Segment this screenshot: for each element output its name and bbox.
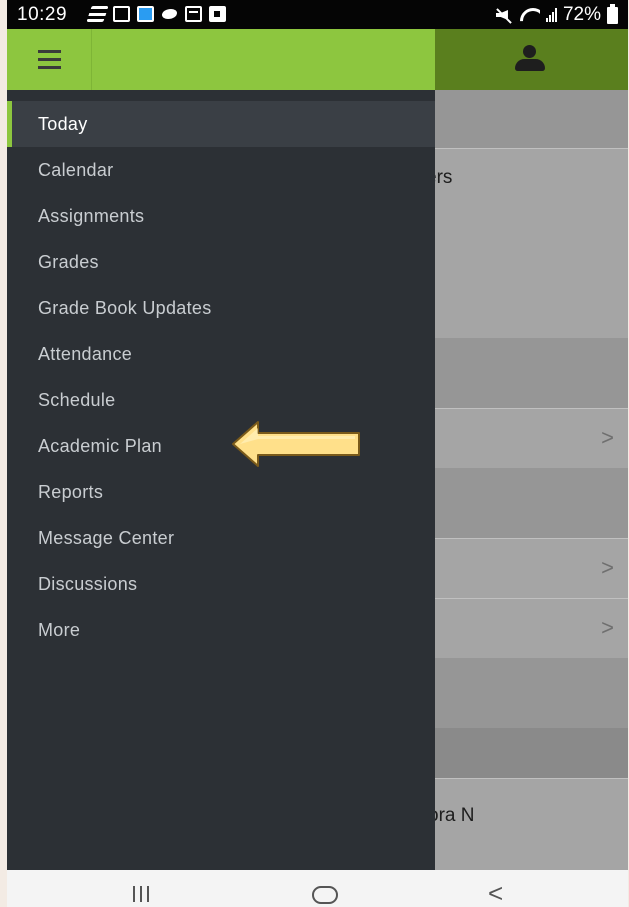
menu-item-attendance[interactable]: Attendance [7,331,435,377]
notification-icons [86,6,226,22]
calendar-notification-icon [185,6,202,22]
twitter-notification-icon [161,6,178,22]
list-row[interactable]: > [435,538,628,598]
content-card: ora N [428,778,628,870]
system-nav-bar: < [7,870,628,907]
recents-button[interactable] [133,886,149,902]
menu-item-schedule[interactable]: Schedule [7,377,435,423]
annotation-arrow-icon [232,421,360,467]
menu-item-calendar[interactable]: Calendar [7,147,435,193]
menu-item-assignments[interactable]: Assignments [7,193,435,239]
app-header [7,29,628,90]
menu-item-message-center[interactable]: Message Center [7,515,435,561]
back-button[interactable]: < [488,878,503,907]
chevron-right-icon: > [601,425,614,450]
signal-icon [545,8,557,22]
cloud-notification-icon [137,6,154,22]
app-notification-icon [113,6,130,22]
news-notification-icon [86,6,109,22]
menu-item-more[interactable]: More [7,607,435,653]
menu-item-academic-plan[interactable]: Academic Plan [7,423,435,469]
battery-percent: 72% [562,4,601,25]
flipboard-notification-icon [209,6,226,22]
menu-item-today[interactable]: Today [7,101,435,147]
list-row[interactable]: > [435,408,628,468]
background-content: ers > > > ora N [426,90,628,870]
phone-screen: 10:29 72% ers > > > ora N Today Calendar… [7,0,628,907]
header-drawer-area [7,29,435,90]
wifi-icon [520,8,540,22]
content-card: ers [426,148,628,338]
chevron-right-icon: > [601,615,614,640]
menu-item-discussions[interactable]: Discussions [7,561,435,607]
menu-item-grades[interactable]: Grades [7,239,435,285]
hamburger-icon[interactable] [7,29,92,90]
chevron-right-icon: > [601,555,614,580]
status-bar: 10:29 72% [7,0,628,29]
mute-icon [494,8,514,22]
navigation-drawer: Today Calendar Assignments Grades Grade … [7,90,435,870]
menu-item-grade-book-updates[interactable]: Grade Book Updates [7,285,435,331]
user-icon[interactable] [513,45,547,73]
status-time: 10:29 [17,4,68,25]
system-status: 72% [494,3,618,26]
list-row[interactable]: > [435,598,628,658]
menu-item-reports[interactable]: Reports [7,469,435,515]
home-button[interactable] [312,886,338,904]
battery-icon [607,3,618,24]
